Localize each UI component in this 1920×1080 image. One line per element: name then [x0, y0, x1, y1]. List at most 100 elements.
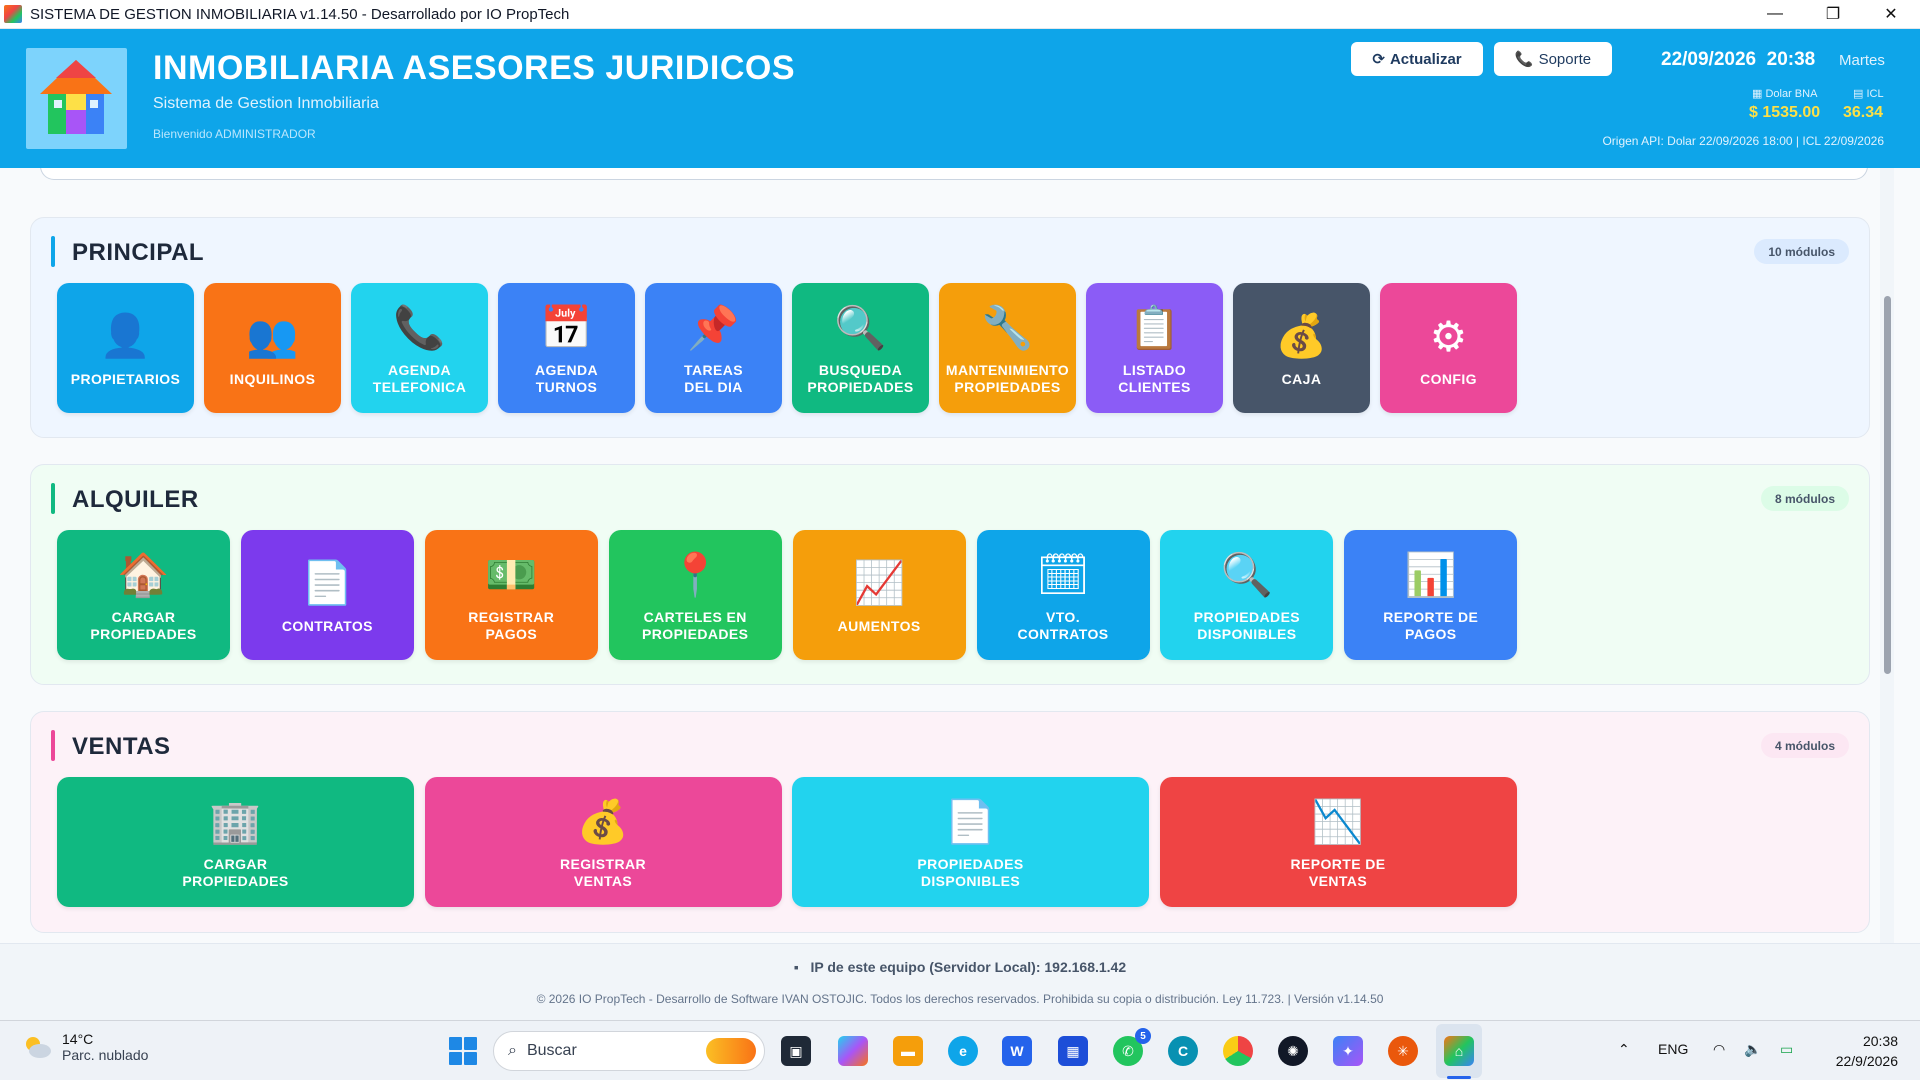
edge-icon[interactable]: e: [948, 1036, 978, 1066]
module-tile-label: CARGAR PROPIEDADES: [182, 856, 289, 889]
clock-date: 22/9/2026: [1835, 1053, 1898, 1069]
gemini-icon[interactable]: ✦: [1333, 1036, 1363, 1066]
app-icon: [4, 5, 22, 23]
module-tile-label: REGISTRAR VENTAS: [559, 856, 647, 889]
bar-chart-icon: 📊: [1404, 550, 1457, 598]
module-tile-tareas-del-dia[interactable]: 📌 TAREAS DEL DIA: [645, 283, 782, 413]
close-button[interactable]: ✕: [1862, 0, 1920, 29]
active-app-indicator: [1447, 1076, 1471, 1079]
wifi-icon[interactable]: ◠: [1713, 1041, 1725, 1058]
weather-temperature: 14°C: [62, 1031, 94, 1047]
module-tile-agenda-turnos[interactable]: 📅 AGENDA TURNOS: [498, 283, 635, 413]
module-tile-label: AGENDA TELEFONICA: [372, 362, 467, 395]
module-tile-label: CAJA: [1281, 370, 1322, 387]
main-content[interactable]: PRINCIPAL 10 módulos 👤 PROPIETARIOS 👥 INQUI…: [0, 168, 1920, 943]
module-tile-registrar-ventas[interactable]: 💰 REGISTRAR VENTAS: [424, 777, 782, 907]
copyright: © 2026 IO PropTech - Desarrollo de Softw…: [536, 992, 1384, 1006]
module-tile-contratos[interactable]: 📄 CONTRATOS: [240, 530, 414, 660]
module-tile-config[interactable]: ⚙ CONFIG: [1380, 283, 1517, 413]
module-tile-listado-clientes[interactable]: 📋 LISTADO CLIENTES: [1086, 283, 1223, 413]
weather-condition: Parc. nublado: [62, 1047, 149, 1063]
module-tile-label: BUSQUEDA PROPIEDADES: [807, 362, 914, 395]
vertical-scrollbar[interactable]: [1880, 168, 1894, 943]
magnifier-icon: 🔍: [1220, 550, 1274, 598]
module-count-badge: 8 módulos: [1760, 486, 1849, 511]
module-tile-label: VTO. CONTRATOS: [1017, 609, 1109, 642]
store-icon[interactable]: ▦: [1058, 1036, 1088, 1066]
module-tile-inquilinos[interactable]: 👥 INQUILINOS: [204, 283, 341, 413]
round-pin-icon: 📍: [669, 550, 722, 598]
section-accent-bar: [51, 483, 55, 514]
search-icon: ⌕: [508, 1042, 517, 1059]
module-tile-vto-contratos[interactable]: 🗓 VTO. CONTRATOS: [976, 530, 1150, 660]
module-tile-mantenimiento-propiedades[interactable]: 🔧 MANTENIMIENTO PROPIEDADES: [939, 283, 1076, 413]
document-icon: 📄: [301, 559, 354, 606]
module-tile-busqueda-propiedades[interactable]: 🔍 BUSQUEDA PROPIEDADES: [792, 283, 929, 413]
module-tile-cargar-propiedades[interactable]: 🏠 CARGAR PROPIEDADES: [57, 530, 230, 660]
copilot-icon[interactable]: [838, 1036, 868, 1066]
partly-cloudy-icon: [26, 1037, 51, 1058]
module-tile-caja[interactable]: 💰 CAJA: [1233, 283, 1370, 413]
chatgpt-icon[interactable]: ✺: [1278, 1036, 1308, 1066]
claude-icon[interactable]: ✳: [1388, 1036, 1418, 1066]
module-tile-propietarios[interactable]: 👤 PROPIETARIOS: [57, 283, 194, 413]
window-title: SISTEMA DE GESTION INMOBILIARIA v1.14.50…: [30, 5, 570, 23]
taskbar-search[interactable]: ⌕ Buscar: [493, 1031, 765, 1071]
language-indicator[interactable]: ENG: [1658, 1041, 1688, 1057]
money-bag-icon: 💰: [1275, 312, 1328, 359]
task-view-icon[interactable]: ▣: [781, 1036, 811, 1066]
dolar-label: ▦ Dolar BNA: [1752, 88, 1818, 100]
current-time: 20:38: [1766, 49, 1816, 70]
chart-decreasing-icon: 📉: [1311, 797, 1365, 845]
start-button[interactable]: [449, 1037, 477, 1065]
inmobiliaria-app-icon[interactable]: ⌂: [1444, 1036, 1474, 1066]
pushpin-icon: 📌: [687, 303, 740, 351]
chrome-icon[interactable]: [1223, 1036, 1253, 1066]
browser-icon[interactable]: C: [1168, 1036, 1198, 1066]
system-clock[interactable]: 20:38 22/9/2026: [1836, 1031, 1898, 1071]
refresh-button[interactable]: ⟳ Actualizar: [1351, 42, 1483, 76]
module-tile-label: PROPIETARIOS: [70, 370, 181, 387]
module-count-badge: 10 módulos: [1754, 239, 1849, 264]
document-icon: 📄: [944, 797, 997, 845]
whatsapp-icon[interactable]: ✆ 5: [1113, 1028, 1151, 1066]
support-label: Soporte: [1538, 50, 1592, 68]
module-tile-aumentos[interactable]: 📈 AUMENTOS: [792, 530, 966, 660]
module-tile-propiedades-disponibles[interactable]: 🔍 PROPIEDADES DISPONIBLES: [1160, 530, 1334, 660]
module-tile-reporte-de-pagos[interactable]: 📊 REPORTE DE PAGOS: [1344, 530, 1518, 660]
weather-widget[interactable]: 14°C Parc. nublado: [22, 1031, 148, 1063]
collapsed-panel: [40, 168, 1868, 180]
module-tile-agenda-telefonica[interactable]: 📞 AGENDA TELEFONICA: [351, 283, 488, 413]
house-icon: 🏠: [117, 550, 170, 598]
welcome-text: Bienvenido ADMINISTRADOR: [153, 127, 316, 141]
battery-icon[interactable]: ▭: [1780, 1041, 1793, 1058]
notification-badge: 5: [1135, 1028, 1151, 1044]
volume-icon[interactable]: 🔈: [1744, 1041, 1761, 1058]
module-tile-carteles-en-propiedades[interactable]: 📍 CARTELES EN PROPIEDADES: [608, 530, 782, 660]
spiral-calendar-icon: 🗓: [1036, 550, 1090, 598]
chevron-up-icon[interactable]: ⌃: [1618, 1041, 1630, 1058]
restore-button[interactable]: ❐: [1804, 0, 1862, 29]
module-tile-label: MANTENIMIENTO PROPIEDADES: [945, 362, 1070, 395]
section-principal: PRINCIPAL 10 módulos 👤 PROPIETARIOS 👥 INQUI…: [30, 217, 1870, 438]
icl-label: ▤ ICL: [1853, 88, 1884, 100]
word-icon[interactable]: W: [1002, 1036, 1032, 1066]
clock-time: 20:38: [1862, 1033, 1898, 1049]
module-tile-label: REGISTRAR PAGOS: [468, 609, 555, 642]
module-tile-label: CONFIG: [1420, 370, 1477, 387]
module-tile-reporte-de-ventas[interactable]: 📉 REPORTE DE VENTAS: [1159, 777, 1517, 907]
module-tile-cargar-propiedades[interactable]: 🏢 CARGAR PROPIEDADES: [57, 777, 414, 907]
chart-increasing-icon: 📈: [852, 559, 906, 606]
file-explorer-icon[interactable]: ▬: [893, 1036, 923, 1066]
module-tile-registrar-pagos[interactable]: 💵 REGISTRAR PAGOS: [424, 530, 598, 660]
minimize-button[interactable]: —: [1746, 0, 1804, 29]
module-tile-label: CARTELES EN PROPIEDADES: [642, 609, 749, 642]
module-tile-propiedades-disponibles[interactable]: 📄 PROPIEDADES DISPONIBLES: [792, 777, 1149, 907]
icl-value: 36.34: [1843, 104, 1884, 121]
scrollbar-thumb[interactable]: [1884, 296, 1891, 674]
support-button[interactable]: 📞 Soporte: [1494, 42, 1612, 76]
person-icon: 👤: [99, 312, 152, 359]
module-tile-label: TAREAS DEL DIA: [684, 362, 743, 395]
clipboard-icon: 📋: [1128, 303, 1181, 351]
banknote-icon: 💵: [485, 550, 538, 598]
